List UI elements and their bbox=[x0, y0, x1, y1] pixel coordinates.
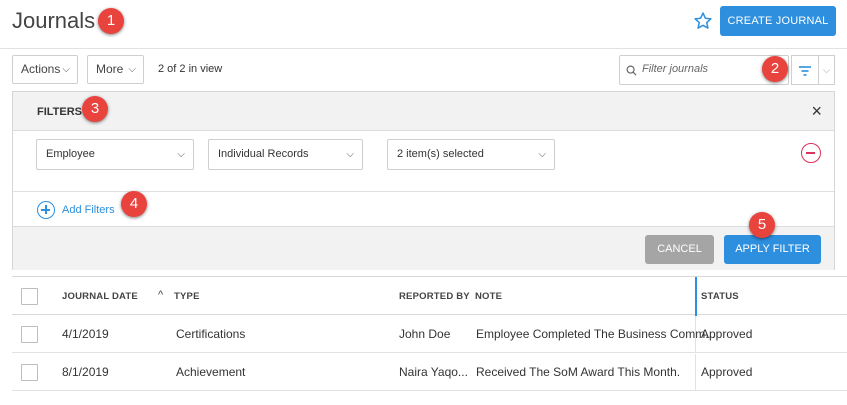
cell-journal-date: 8/1/2019 bbox=[62, 365, 109, 379]
filters-panel-header: FILTERS × bbox=[13, 92, 834, 131]
header-divider bbox=[0, 48, 847, 49]
chevron-down-icon: ⌵ bbox=[346, 149, 354, 160]
cell-reported-by: Naira Yaqo... bbox=[399, 365, 468, 379]
search-placeholder: Filter journals bbox=[642, 63, 709, 75]
filter-icon bbox=[799, 66, 811, 76]
row-checkbox[interactable] bbox=[21, 326, 38, 343]
filter-selection-value: 2 item(s) selected bbox=[397, 148, 484, 160]
in-view-count: 2 of 2 in view bbox=[158, 63, 223, 75]
callout-badge-2: 2 bbox=[762, 56, 788, 82]
column-resize-handle[interactable] bbox=[695, 277, 697, 316]
chevron-down-icon: ⌵ bbox=[128, 64, 136, 75]
sort-up-icon[interactable]: ^ bbox=[158, 289, 163, 301]
chevron-down-icon: ⌵ bbox=[538, 149, 546, 160]
column-header-journal-date[interactable]: JOURNAL DATE bbox=[62, 291, 138, 302]
callout-badge-1: 1 bbox=[98, 8, 124, 34]
actions-dropdown[interactable]: Actions ⌵ bbox=[12, 55, 78, 84]
column-divider bbox=[695, 354, 696, 391]
filters-panel: FILTERS × Employee ⌵ Individual Records … bbox=[12, 91, 835, 270]
filter-value-multiselect[interactable]: 2 item(s) selected ⌵ bbox=[387, 139, 555, 170]
filters-panel-footer: CANCEL APPLY FILTER bbox=[13, 226, 834, 270]
remove-filter-icon[interactable] bbox=[801, 143, 821, 163]
close-icon[interactable]: × bbox=[811, 101, 822, 122]
more-dropdown[interactable]: More ⌵ bbox=[87, 55, 144, 84]
create-journal-button[interactable]: CREATE JOURNAL bbox=[720, 6, 836, 36]
cell-type: Achievement bbox=[176, 365, 246, 379]
cell-reported-by: John Doe bbox=[399, 327, 451, 341]
column-header-note[interactable]: NOTE bbox=[475, 291, 502, 302]
column-header-type[interactable]: TYPE bbox=[174, 291, 200, 302]
chevron-down-icon: ⌵ bbox=[823, 65, 830, 75]
apply-filter-button[interactable]: APPLY FILTER bbox=[724, 235, 821, 264]
star-icon[interactable] bbox=[693, 11, 713, 31]
table-header: JOURNAL DATE ^ TYPE REPORTED BY NOTE STA… bbox=[12, 276, 847, 316]
table-row[interactable]: 4/1/2019 Certifications John Doe Employe… bbox=[12, 316, 847, 353]
filter-record-type-value: Individual Records bbox=[218, 148, 309, 160]
column-header-reported-by[interactable]: REPORTED BY bbox=[399, 291, 470, 302]
filter-field-value: Employee bbox=[46, 148, 95, 160]
actions-dropdown-label: Actions bbox=[21, 62, 61, 76]
cell-note: Received The SoM Award This Month. bbox=[476, 365, 681, 379]
filter-toggle-button[interactable] bbox=[791, 55, 819, 85]
filters-title: FILTERS bbox=[37, 106, 83, 118]
select-all-checkbox[interactable] bbox=[21, 288, 38, 305]
callout-badge-5: 5 bbox=[749, 212, 775, 238]
cancel-button[interactable]: CANCEL bbox=[645, 235, 714, 264]
cell-note: Employee Completed The Business Comm... bbox=[476, 327, 716, 341]
more-dropdown-label: More bbox=[96, 62, 124, 76]
add-circle-icon bbox=[37, 201, 55, 219]
filter-field-select[interactable]: Employee ⌵ bbox=[36, 139, 194, 170]
search-icon bbox=[626, 65, 637, 76]
add-filters-label: Add Filters bbox=[62, 204, 115, 216]
filter-record-type-select[interactable]: Individual Records ⌵ bbox=[208, 139, 363, 170]
cell-journal-date: 4/1/2019 bbox=[62, 327, 109, 341]
column-divider bbox=[695, 316, 696, 353]
chevron-down-icon: ⌵ bbox=[62, 64, 70, 75]
chevron-down-icon: ⌵ bbox=[177, 149, 185, 160]
column-header-status[interactable]: STATUS bbox=[701, 291, 739, 302]
filter-options-dropdown[interactable]: ⌵ bbox=[819, 55, 835, 85]
callout-badge-4: 4 bbox=[121, 191, 147, 217]
table-row[interactable]: 8/1/2019 Achievement Naira Yaqo... Recei… bbox=[12, 354, 847, 391]
row-checkbox[interactable] bbox=[21, 364, 38, 381]
cell-status: Approved bbox=[701, 365, 753, 379]
cell-status: Approved bbox=[701, 327, 753, 341]
cell-type: Certifications bbox=[176, 327, 246, 341]
page-title: Journals bbox=[12, 8, 96, 33]
callout-badge-3: 3 bbox=[82, 96, 108, 122]
